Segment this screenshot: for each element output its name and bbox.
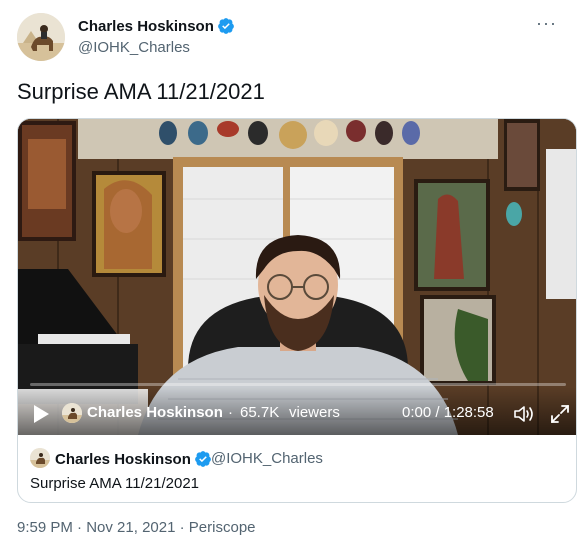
tweet: Charles Hoskinson @IOHK_Charles ··· Surp… (0, 0, 577, 537)
quoted-tweet[interactable]: Charles Hoskinson @IOHK_Charles Surprise… (18, 435, 576, 502)
quoted-handle[interactable]: @IOHK_Charles (211, 450, 323, 467)
separator-dot: · (228, 404, 233, 421)
video-timestamp: 0:00 / 1:28:58 (402, 404, 494, 421)
author-name-row: Charles Hoskinson (78, 17, 235, 35)
tweet-metadata: 9:59 PM · Nov 21, 2021 · Periscope (17, 519, 256, 536)
fullscreen-icon[interactable] (550, 404, 570, 424)
author-name[interactable]: Charles Hoskinson (78, 18, 214, 35)
play-icon[interactable] (32, 404, 50, 424)
tweet-header: Charles Hoskinson @IOHK_Charles ··· (17, 13, 567, 63)
verified-badge-icon (218, 18, 234, 34)
avatar[interactable] (17, 13, 65, 61)
quoted-avatar[interactable] (30, 448, 50, 468)
more-options-icon[interactable]: ··· (536, 14, 557, 32)
broadcaster-avatar[interactable] (62, 403, 82, 423)
quoted-video-card[interactable]: Charles Hoskinson · 65.7K viewers 0:00 /… (17, 118, 577, 503)
broadcaster-name[interactable]: Charles Hoskinson (87, 404, 223, 421)
author-handle[interactable]: @IOHK_Charles (78, 39, 190, 56)
video-progress-bar[interactable] (30, 383, 566, 386)
verified-badge-icon (195, 451, 211, 467)
meta-separator: · (72, 519, 87, 536)
tweet-source[interactable]: Periscope (189, 519, 256, 536)
quoted-author-name[interactable]: Charles Hoskinson (55, 451, 191, 468)
meta-separator: · (175, 519, 189, 536)
quoted-name-row: Charles Hoskinson (55, 450, 212, 468)
tweet-text: Surprise AMA 11/21/2021 (17, 79, 265, 104)
tweet-time[interactable]: 9:59 PM (17, 519, 73, 536)
tweet-date[interactable]: Nov 21, 2021 (86, 519, 175, 536)
viewer-label: viewers (289, 404, 340, 421)
volume-icon[interactable] (513, 404, 535, 424)
video-player[interactable]: Charles Hoskinson · 65.7K viewers 0:00 /… (18, 119, 576, 435)
viewer-count: 65.7K (240, 404, 280, 421)
quoted-text: Surprise AMA 11/21/2021 (30, 475, 199, 492)
